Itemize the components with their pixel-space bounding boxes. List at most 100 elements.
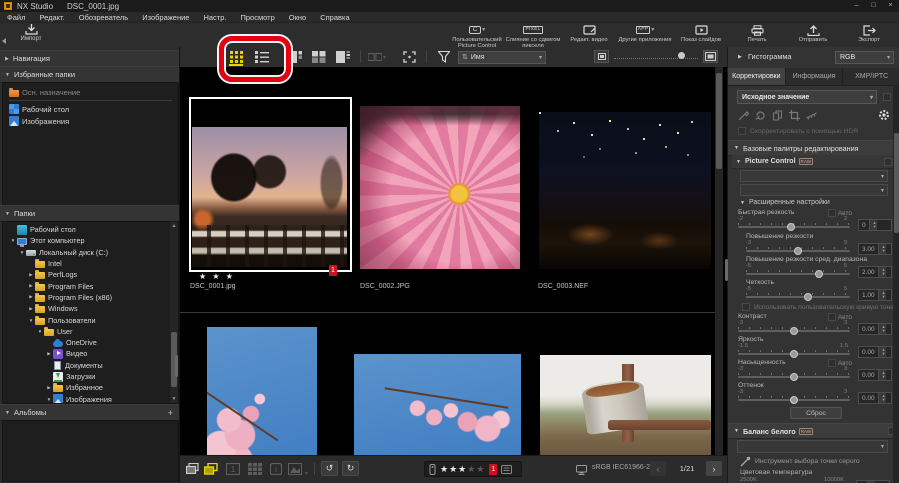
tree-item-documents[interactable]: Документы [3, 360, 178, 371]
hdr-checkbox-row[interactable]: Скорректировать с помощью HDR [738, 127, 858, 135]
straighten-icon[interactable] [806, 110, 817, 121]
slider-track[interactable] [738, 330, 850, 332]
spinner-buttons[interactable]: ▲▼ [878, 393, 886, 403]
show-raw-jpeg-pairs-icon[interactable] [204, 463, 218, 477]
star-icon[interactable]: ★ [440, 464, 448, 475]
slider-track[interactable] [738, 226, 850, 228]
slider-thumb[interactable] [790, 350, 798, 358]
favorites-section-header[interactable]: ▼ Избранные папки [0, 66, 179, 83]
slider-track[interactable] [746, 273, 850, 275]
expand-arrow-icon[interactable]: ▼ [9, 238, 17, 243]
tree-item-program-files-x86[interactable]: ▶ Program Files (x86) [3, 292, 178, 303]
crop-icon[interactable] [789, 110, 800, 121]
compare-images-button[interactable]: ▾ [368, 50, 386, 64]
spinner-buttons[interactable]: ▲▼ [878, 347, 886, 357]
slider-track[interactable] [738, 376, 850, 378]
navigation-section-header[interactable]: ▶ Навигация [0, 50, 179, 67]
panel-scrollbar[interactable] [893, 85, 899, 483]
channel-dropdown[interactable]: RGB ▾ [835, 51, 894, 64]
tree-item-user[interactable]: ▼ User [3, 326, 178, 337]
collapse-toolbar-icon[interactable] [2, 38, 6, 44]
expand-arrow-icon[interactable]: ▶ [27, 306, 35, 312]
menu-window[interactable]: Окно [282, 13, 313, 22]
white-balance-section-header[interactable]: ▼ Баланс белого RAW [728, 423, 899, 439]
single-thumbnail-icon[interactable]: 1 [226, 463, 240, 477]
slider-track[interactable] [738, 353, 850, 355]
filter-button[interactable] [435, 50, 453, 64]
slider-track[interactable] [746, 250, 850, 252]
auto-checkbox[interactable] [828, 209, 836, 217]
panel-resize-grip[interactable] [725, 259, 728, 281]
sort-dropdown[interactable]: ⇅ Имя ▾ [458, 51, 546, 64]
star-icon[interactable]: ★ [449, 464, 457, 475]
preset-checkbox[interactable] [883, 93, 891, 101]
expand-arrow-icon[interactable]: ▼ [18, 250, 26, 255]
tree-item-windows[interactable]: ▶ Windows [3, 303, 178, 314]
maximize-button[interactable]: □ [865, 0, 882, 12]
slider-thumb[interactable] [790, 373, 798, 381]
label-badge[interactable]: 1 [329, 265, 337, 276]
hdr-checkbox[interactable] [738, 127, 746, 135]
tree-item-videos[interactable]: ▶ Видео [3, 348, 178, 359]
slider-thumb[interactable] [787, 223, 795, 231]
expand-arrow-icon[interactable]: ▼ [36, 329, 44, 334]
minimize-button[interactable]: – [848, 0, 865, 12]
star-icon[interactable]: ★ [458, 464, 466, 475]
custom-picture-control-button[interactable]: C▾ Пользовательский Picture Control [449, 24, 505, 49]
albums-section-header[interactable]: ▼ Альбомы + [0, 404, 179, 421]
slider-track[interactable] [746, 296, 850, 298]
expand-arrow-icon[interactable]: ▼ [27, 318, 35, 323]
thumbnail-image-dsc-0001[interactable] [192, 127, 347, 267]
scroll-down-icon[interactable]: ▼ [170, 396, 178, 402]
tab-adjustments[interactable]: Корректировки [728, 68, 786, 85]
reset-button[interactable]: Сброс [790, 407, 842, 419]
favorite-item-pictures[interactable]: Изображения [3, 115, 178, 127]
picture-control-header[interactable]: ▼ Picture Control RAW [732, 155, 896, 169]
image-info-view-button[interactable] [334, 50, 352, 64]
fit-to-screen-button[interactable] [400, 50, 418, 64]
picture-control-checkbox[interactable] [884, 158, 892, 166]
thumbnail-rating[interactable]: ★ ★ ★ [199, 272, 235, 281]
tree-item-this-pc[interactable]: ▼ Этот компьютер [3, 235, 178, 246]
advanced-settings-header[interactable]: ▼ Расширенные настройки [740, 199, 830, 206]
spinner-buttons[interactable]: ▲▼ [878, 290, 886, 300]
menu-image[interactable]: Изображение [135, 13, 196, 22]
pixel-shift-merge-button[interactable]: PIXEL Слияние со сдвигом пикселя [505, 24, 561, 49]
thumbnail-size-slider[interactable] [614, 55, 698, 59]
label-badge[interactable]: 1 [489, 464, 497, 475]
previous-image-button[interactable]: ‹ [650, 461, 666, 476]
retouch-brush-icon[interactable] [738, 110, 749, 121]
tree-item-users[interactable]: ▼ Пользователи [3, 314, 178, 325]
thumbnail-image-bucket[interactable] [540, 355, 711, 455]
slider-thumb[interactable] [678, 52, 685, 59]
tree-item-onedrive[interactable]: OneDrive [3, 337, 178, 348]
other-apps-button[interactable]: APP▾ Другие приложения [617, 24, 673, 43]
menu-view[interactable]: Просмотр [233, 13, 281, 22]
thumbnail-image-dsc-0003[interactable] [539, 112, 711, 269]
menu-settings[interactable]: Настр. [196, 13, 233, 22]
histogram-header[interactable]: ▶ Гистограмма RGB ▾ [728, 47, 899, 69]
label-list-icon[interactable] [501, 465, 512, 474]
info-icon[interactable]: i [270, 463, 282, 477]
slider-value-box[interactable]: 0.00 ▲▼ [858, 369, 892, 381]
undo-button[interactable]: ↺ [321, 461, 338, 476]
sidebar-resize-grip[interactable] [175, 355, 178, 377]
expand-arrow-icon[interactable]: ▼ [45, 397, 53, 402]
next-image-button[interactable]: › [706, 461, 722, 476]
export-button[interactable]: Экспорт [841, 24, 897, 43]
auto-checkbox[interactable] [828, 359, 836, 367]
scroll-up-icon[interactable]: ▲ [170, 223, 178, 229]
tone-curve-checkbox[interactable] [742, 303, 750, 311]
star-icon[interactable]: ★ [467, 464, 475, 475]
tree-item-desktop[interactable]: Рабочий стол [3, 224, 178, 235]
menu-browser[interactable]: Обозреватель [72, 13, 135, 22]
slider-value-box[interactable]: 3.00 ▲▼ [858, 243, 892, 255]
thumbnail-cell-selected[interactable] [189, 97, 352, 272]
paste-adjustments-icon[interactable] [772, 110, 783, 121]
base-palettes-section-header[interactable]: ▼ Базовые палитры редактирования [728, 140, 899, 156]
slider-track[interactable] [738, 399, 850, 401]
two-up-view-button[interactable] [310, 50, 328, 64]
list-view-button[interactable] [253, 50, 271, 64]
thumbnail-larger-button[interactable] [703, 50, 718, 63]
expand-arrow-icon[interactable]: ▶ [27, 283, 35, 289]
